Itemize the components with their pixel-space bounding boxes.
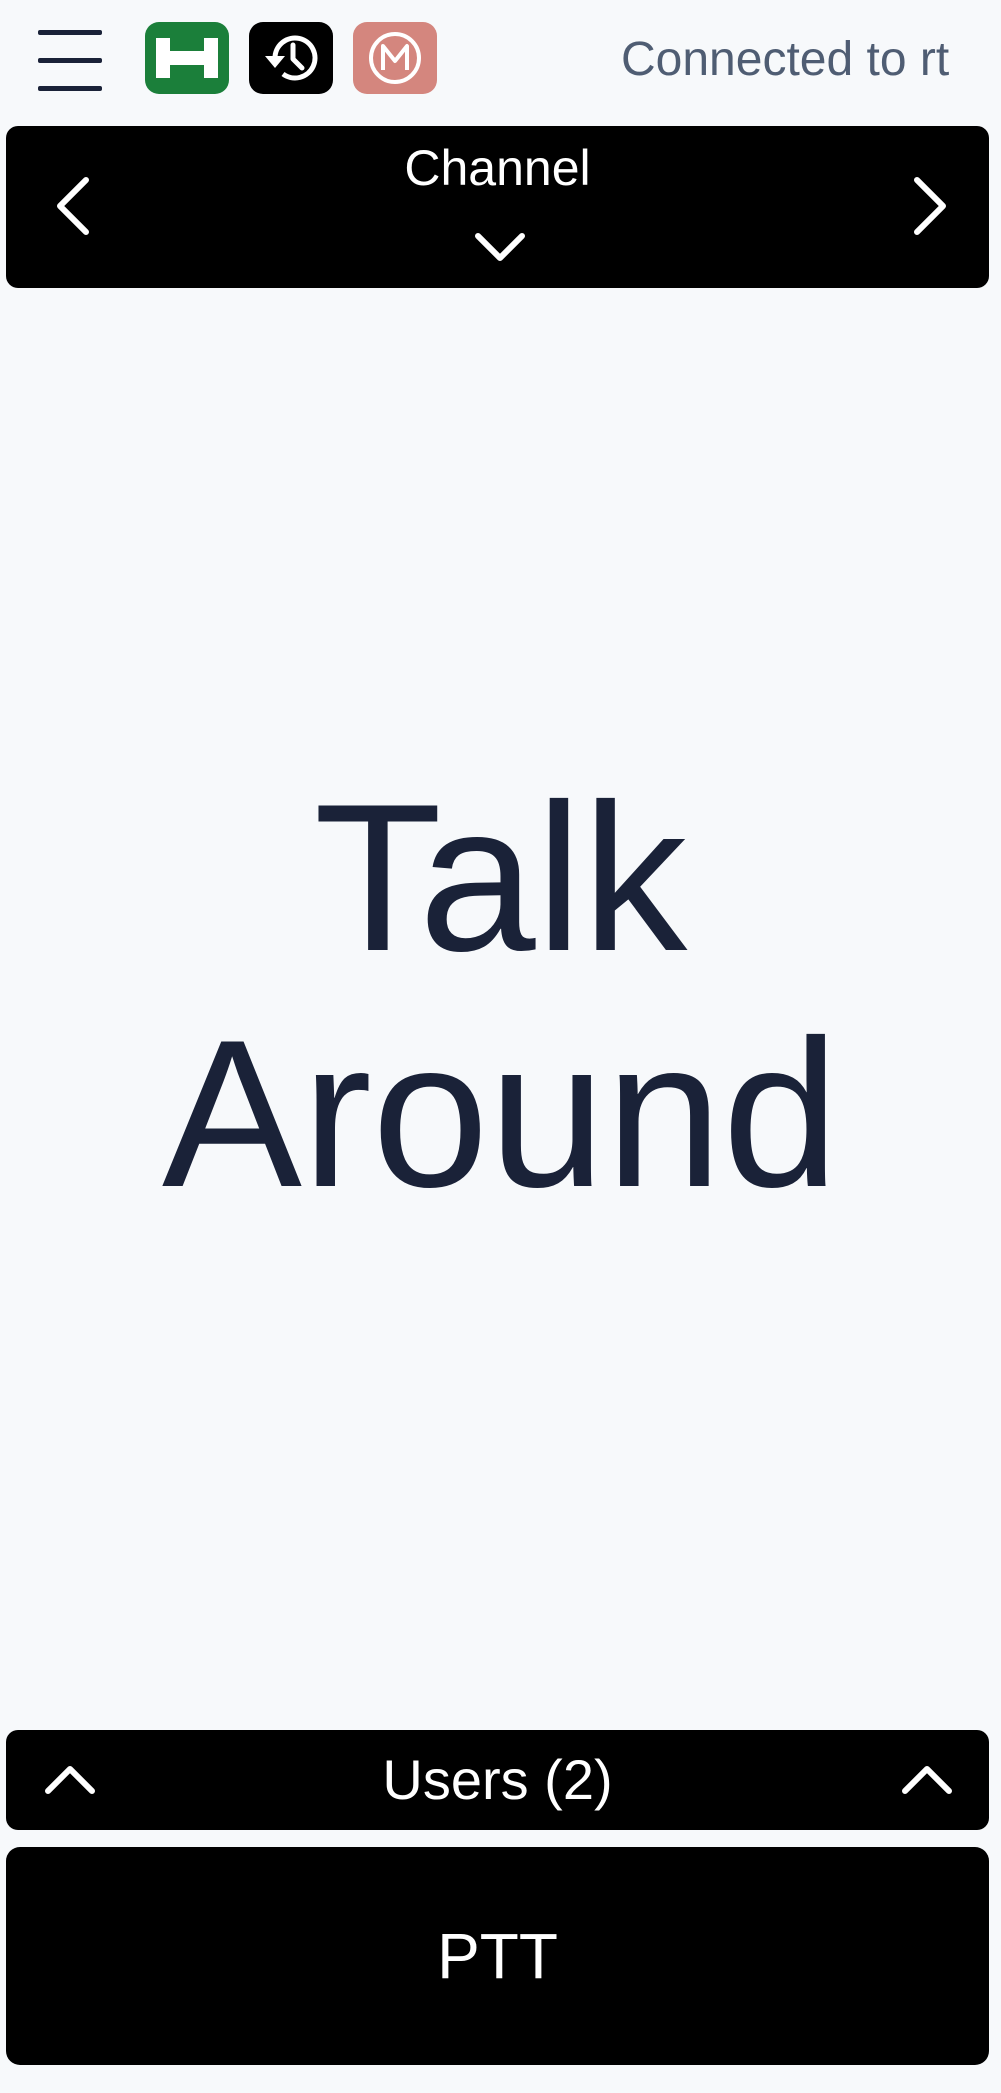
hamburger-menu-icon[interactable] [38, 30, 102, 92]
channel-name-line-1: Talk [313, 760, 688, 995]
users-panel-toggle[interactable]: Users (2) [6, 1730, 989, 1830]
top-bar: Connected to rt [0, 0, 1001, 120]
m-icon[interactable] [353, 22, 437, 94]
chevron-up-icon [897, 1752, 957, 1808]
channel-name-line-2: Around [161, 996, 840, 1231]
h-glyph [156, 38, 218, 78]
channel-selector-bar: Channel [6, 126, 989, 288]
chevron-right-icon [914, 177, 946, 235]
users-label: Users (2) [382, 1748, 613, 1811]
hamburger-line [38, 58, 102, 63]
channel-dropdown-button[interactable] [466, 222, 534, 272]
ptt-button[interactable]: PTT [6, 1847, 989, 2065]
hamburger-line [38, 30, 102, 35]
m-glyph [369, 32, 421, 84]
chevron-down-icon [475, 233, 525, 261]
current-channel-name: Talk Around [0, 760, 1001, 1232]
hamburger-line [38, 86, 102, 91]
history-glyph [265, 35, 318, 81]
h-icon[interactable] [145, 22, 229, 94]
connection-status: Connected to rt [621, 33, 950, 86]
channel-label: Channel [404, 140, 591, 196]
next-channel-button[interactable] [899, 166, 959, 246]
history-icon[interactable] [249, 22, 333, 94]
